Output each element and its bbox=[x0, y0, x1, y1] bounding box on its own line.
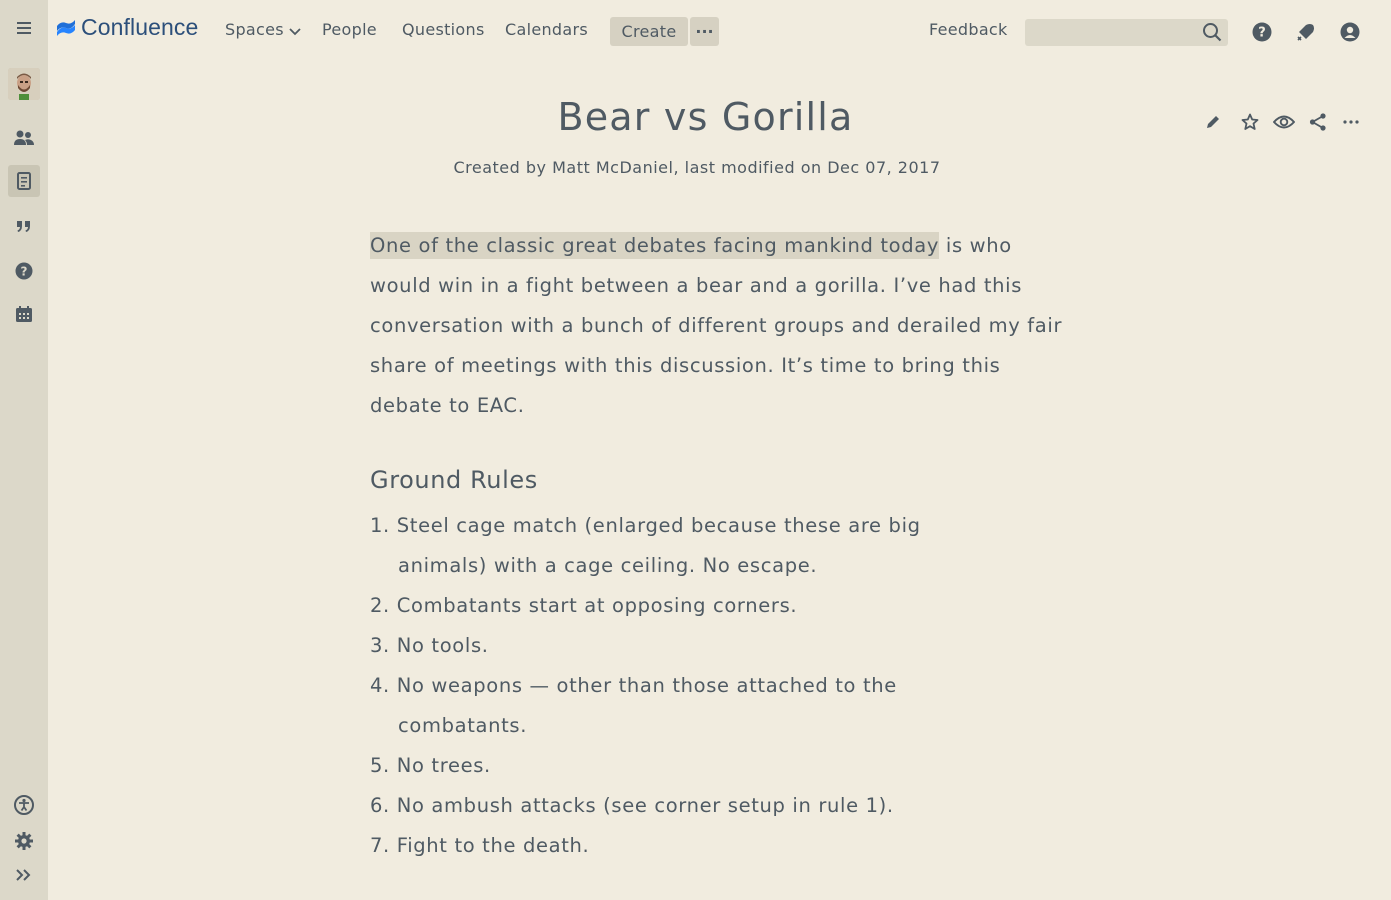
help-icon[interactable]: ? bbox=[1251, 21, 1273, 43]
quote-icon[interactable] bbox=[8, 210, 40, 242]
feedback-link[interactable]: Feedback bbox=[929, 20, 1008, 39]
list-item: 2. Combatants start at opposing corners. bbox=[370, 594, 798, 617]
list-item: 3. No tools. bbox=[370, 634, 489, 657]
highlighted-text[interactable]: One of the classic great debates facing … bbox=[370, 232, 940, 259]
star-icon[interactable] bbox=[1239, 111, 1261, 133]
search-input[interactable] bbox=[1025, 19, 1228, 46]
search-icon[interactable] bbox=[1202, 22, 1222, 46]
list-item: 1. Steel cage match (enlarged because th… bbox=[370, 514, 921, 577]
nav-people[interactable]: People bbox=[322, 20, 377, 39]
menu-icon[interactable] bbox=[8, 12, 40, 44]
share-icon[interactable] bbox=[1307, 111, 1329, 133]
intro-text: is who would win in a fight between a be… bbox=[370, 234, 1063, 417]
edit-icon[interactable] bbox=[1202, 111, 1224, 133]
watch-icon[interactable] bbox=[1273, 111, 1295, 133]
logo-text: Confluence bbox=[81, 14, 199, 40]
rules-list: 1. Steel cage match (enlarged because th… bbox=[370, 506, 970, 866]
create-button[interactable]: Create bbox=[610, 17, 688, 46]
intro-paragraph: One of the classic great debates facing … bbox=[370, 226, 1070, 426]
calendar-icon[interactable] bbox=[8, 298, 40, 330]
chevron-down-icon bbox=[289, 21, 301, 40]
notifications-icon[interactable] bbox=[1295, 21, 1317, 43]
section-heading: Ground Rules bbox=[370, 466, 538, 494]
create-more-button[interactable]: ··· bbox=[690, 17, 719, 46]
nav-calendars[interactable]: Calendars bbox=[505, 20, 588, 39]
accessibility-icon[interactable] bbox=[8, 789, 40, 821]
page-title: Bear vs Gorilla bbox=[557, 95, 854, 139]
list-item: 5. No trees. bbox=[370, 754, 491, 777]
list-item: 7. Fight to the death. bbox=[370, 834, 590, 857]
more-icon[interactable] bbox=[1340, 111, 1362, 133]
nav-spaces[interactable]: Spaces bbox=[225, 20, 301, 40]
help-icon[interactable]: ? bbox=[8, 255, 40, 287]
svg-text:?: ? bbox=[1258, 26, 1266, 41]
page-content: One of the classic great debates facing … bbox=[370, 226, 1070, 426]
user-icon[interactable] bbox=[1339, 21, 1361, 43]
confluence-logo-icon bbox=[57, 19, 75, 36]
top-navigation: Confluence Spaces People Questions Calen… bbox=[48, 0, 1391, 64]
settings-icon[interactable] bbox=[8, 825, 40, 857]
nav-questions[interactable]: Questions bbox=[402, 20, 485, 39]
page-byline: Created by Matt McDaniel, last modified … bbox=[453, 158, 941, 177]
list-item: 6. No ambush attacks (see corner setup i… bbox=[370, 794, 894, 817]
expand-icon[interactable] bbox=[8, 859, 40, 891]
nav-spaces-label: Spaces bbox=[225, 20, 284, 39]
list-item: 4. No weapons — other than those attache… bbox=[370, 674, 897, 737]
svg-text:?: ? bbox=[21, 265, 28, 279]
confluence-logo[interactable]: Confluence bbox=[56, 14, 198, 41]
